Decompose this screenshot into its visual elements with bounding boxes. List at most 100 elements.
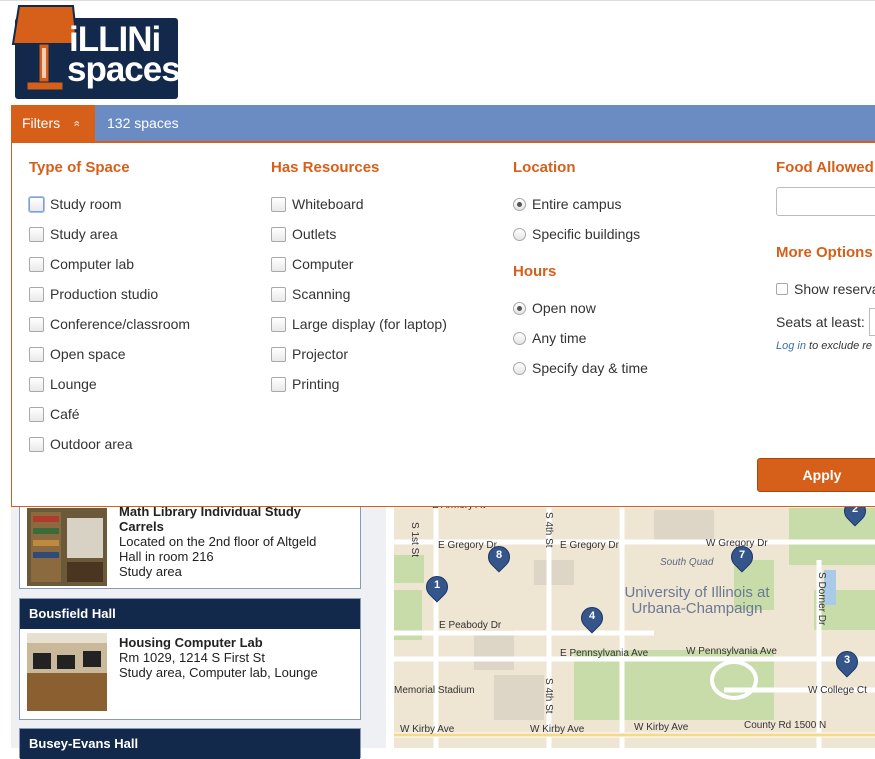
result-title[interactable]: Math Library Individual Study Carrels bbox=[119, 504, 319, 534]
checkbox-box[interactable] bbox=[271, 376, 286, 392]
chevron-up-icon: « bbox=[70, 120, 83, 127]
login-link[interactable]: Log in bbox=[776, 340, 806, 352]
checkbox-box[interactable] bbox=[776, 283, 788, 295]
type-of-space-heading: Type of Space bbox=[29, 159, 130, 176]
checkbox-scanning[interactable]: Scanning bbox=[271, 279, 447, 309]
option-label: Scanning bbox=[292, 286, 351, 302]
food-allowed-select[interactable] bbox=[776, 187, 875, 216]
street-label: S 1st St bbox=[409, 522, 420, 558]
radio-button[interactable] bbox=[513, 197, 526, 211]
result-card[interactable]: Bousfield Hall Housing Computer Lab Rm 1… bbox=[19, 598, 361, 720]
checkbox-lounge[interactable]: Lounge bbox=[29, 369, 190, 399]
option-label: Printing bbox=[292, 376, 340, 392]
option-label: Large display (for laptop) bbox=[292, 316, 447, 332]
result-building[interactable]: Bousfield Hall bbox=[20, 599, 360, 629]
result-building[interactable]: Busey-Evans Hall bbox=[20, 729, 360, 759]
radio-any-time[interactable]: Any time bbox=[513, 323, 648, 353]
checkbox-box[interactable] bbox=[29, 196, 44, 212]
result-title[interactable]: Housing Computer Lab bbox=[119, 635, 318, 650]
street-label: South Quad bbox=[660, 557, 714, 568]
map-pin[interactable]: 4 bbox=[576, 602, 608, 637]
food-more-options-group: Food Allowed More Options Show reserva S… bbox=[776, 159, 875, 379]
street-label: W College Ct bbox=[808, 685, 867, 696]
hours-heading: Hours bbox=[513, 263, 557, 280]
checkbox-box[interactable] bbox=[271, 286, 286, 302]
location-hours-group: Location Entire campus Specific building… bbox=[513, 159, 648, 383]
map-pin[interactable]: 3 bbox=[831, 646, 863, 681]
header: iLLINi spaces bbox=[0, 0, 875, 104]
radio-button[interactable] bbox=[513, 227, 526, 241]
checkbox-box[interactable] bbox=[29, 226, 44, 242]
illini-spaces-logo[interactable]: iLLINi spaces bbox=[11, 4, 181, 100]
radio-open-now[interactable]: Open now bbox=[513, 293, 648, 323]
option-label: Any time bbox=[532, 330, 587, 346]
checkbox-box[interactable] bbox=[271, 316, 286, 332]
street-label: E Pennsylvania Ave bbox=[560, 648, 649, 659]
checkbox-production-studio[interactable]: Production studio bbox=[29, 279, 190, 309]
checkbox-outdoor-area[interactable]: Outdoor area bbox=[29, 429, 190, 459]
checkbox-open-space[interactable]: Open space bbox=[29, 339, 190, 369]
result-card[interactable]: Math Library Individual Study Carrels Lo… bbox=[19, 500, 361, 589]
radio-button[interactable] bbox=[513, 331, 526, 345]
checkbox-conference-classroom[interactable]: Conference/classroom bbox=[29, 309, 190, 339]
results-list[interactable]: Math Library Individual Study Carrels Lo… bbox=[11, 500, 386, 759]
street-label: S 4th St bbox=[543, 678, 554, 714]
checkbox-box[interactable] bbox=[271, 196, 286, 212]
result-type: Study area, Computer lab, Lounge bbox=[119, 665, 318, 680]
street-label: W Kirby Ave bbox=[634, 722, 689, 733]
map-pin[interactable]: 7 bbox=[726, 541, 758, 576]
street-label: W Kirby Ave bbox=[530, 724, 585, 735]
campus-map[interactable]: E Armory Av S 1st St S 4th St E Gregory … bbox=[394, 500, 875, 748]
checkbox-box[interactable] bbox=[271, 346, 286, 362]
option-label: Specific buildings bbox=[532, 226, 641, 242]
option-label: Computer bbox=[292, 256, 354, 272]
filters-toggle-button[interactable]: Filters « bbox=[11, 105, 95, 142]
street-label: W Kirby Ave bbox=[400, 724, 455, 735]
option-label: Computer lab bbox=[50, 256, 135, 272]
seats-at-least-row: Seats at least: bbox=[776, 304, 875, 340]
map-pin[interactable]: 8 bbox=[483, 541, 515, 576]
checkbox-box[interactable] bbox=[29, 286, 44, 302]
result-card[interactable]: Busey-Evans Hall bbox=[19, 728, 361, 759]
checkbox-whiteboard[interactable]: Whiteboard bbox=[271, 189, 447, 219]
option-label: Café bbox=[50, 406, 80, 422]
checkbox-box[interactable] bbox=[29, 316, 44, 332]
food-allowed-heading: Food Allowed bbox=[776, 159, 874, 176]
checkbox-computer-lab[interactable]: Computer lab bbox=[29, 249, 190, 279]
spaces-count: 132 spaces bbox=[107, 115, 179, 131]
checkbox-box[interactable] bbox=[29, 346, 44, 362]
result-text: Math Library Individual Study Carrels Lo… bbox=[119, 504, 319, 579]
checkbox-box[interactable] bbox=[29, 376, 44, 392]
checkbox-study-room[interactable]: Study room bbox=[29, 189, 190, 219]
street-label: W Pennsylvania Ave bbox=[686, 646, 777, 657]
radio-specify-day-time[interactable]: Specify day & time bbox=[513, 353, 648, 383]
checkbox-show-reservable[interactable]: Show reserva bbox=[776, 274, 875, 304]
map-pin[interactable]: 1 bbox=[421, 571, 453, 606]
result-location-line2: Hall in room 216 bbox=[119, 549, 214, 564]
street-label: County Rd 1500 N bbox=[744, 720, 827, 731]
checkbox-box[interactable] bbox=[271, 226, 286, 242]
radio-entire-campus[interactable]: Entire campus bbox=[513, 189, 648, 219]
checkbox-large-display[interactable]: Large display (for laptop) bbox=[271, 309, 447, 339]
option-label: Study area bbox=[50, 226, 118, 242]
option-label: Whiteboard bbox=[292, 196, 364, 212]
seats-input[interactable] bbox=[868, 308, 875, 336]
checkbox-box[interactable] bbox=[29, 436, 44, 452]
option-label: Open now bbox=[532, 300, 596, 316]
radio-button[interactable] bbox=[513, 301, 526, 315]
checkbox-study-area[interactable]: Study area bbox=[29, 219, 190, 249]
apply-button[interactable]: Apply bbox=[757, 458, 875, 492]
radio-button[interactable] bbox=[513, 361, 526, 375]
checkbox-computer[interactable]: Computer bbox=[271, 249, 447, 279]
street-label: S Dorner Dr bbox=[816, 572, 827, 626]
checkbox-printing[interactable]: Printing bbox=[271, 369, 447, 399]
checkbox-cafe[interactable]: Café bbox=[29, 399, 190, 429]
checkbox-box[interactable] bbox=[29, 256, 44, 272]
radio-specific-buildings[interactable]: Specific buildings bbox=[513, 219, 648, 249]
checkbox-outlets[interactable]: Outlets bbox=[271, 219, 447, 249]
option-label: Outlets bbox=[292, 226, 337, 242]
checkbox-box[interactable] bbox=[29, 406, 44, 422]
option-label: Show reserva bbox=[794, 281, 875, 297]
checkbox-box[interactable] bbox=[271, 256, 286, 272]
checkbox-projector[interactable]: Projector bbox=[271, 339, 447, 369]
